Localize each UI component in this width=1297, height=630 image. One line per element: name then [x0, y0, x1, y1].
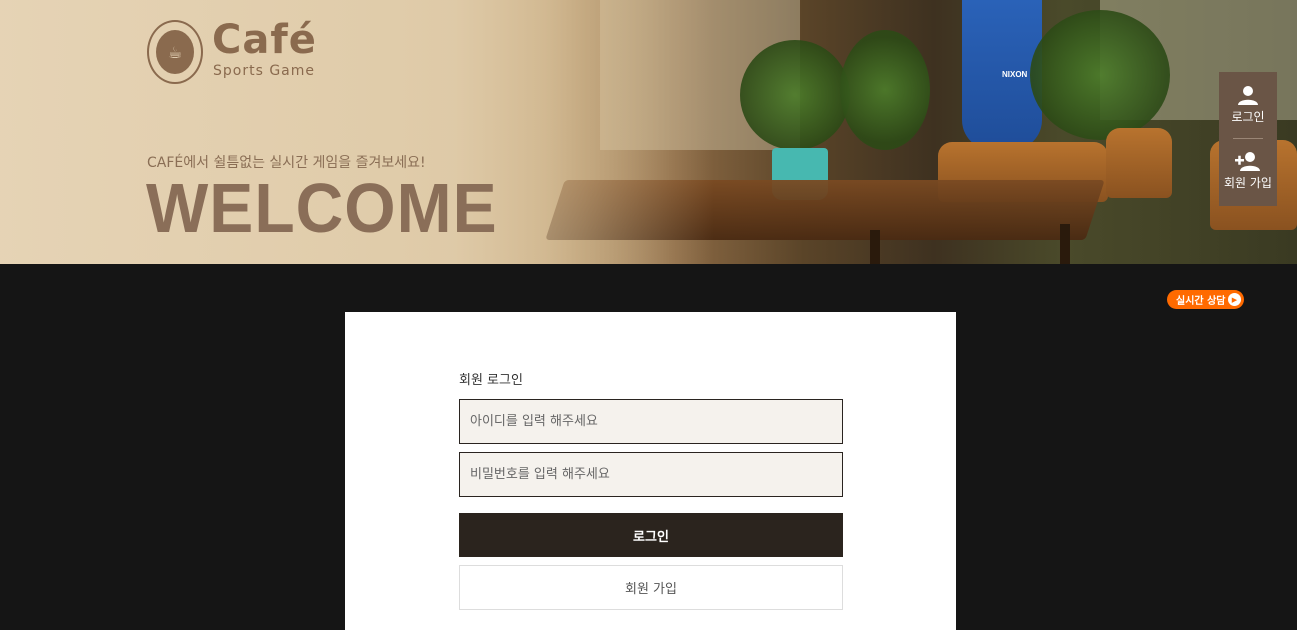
join-button[interactable]: 회원 가입 — [459, 565, 843, 610]
side-login-label: 로그인 — [1231, 110, 1265, 124]
brand-name: Café — [212, 17, 317, 63]
hero-banner: NIXON ☕ Café Sports Game CAFÉ에서 쉴틈없는 실시간… — [0, 0, 1297, 264]
login-form-title: 회원 로그인 — [459, 373, 523, 388]
side-join-label: 회원 가입 — [1224, 176, 1272, 190]
side-quick-menu: 로그인 회원 가입 — [1219, 72, 1277, 206]
side-login-button[interactable]: 로그인 — [1219, 84, 1277, 125]
password-input[interactable] — [459, 452, 843, 497]
user-icon — [1238, 86, 1258, 105]
brand-subtitle: Sports Game — [213, 63, 316, 79]
coffee-logo-icon: ☕ — [147, 20, 203, 84]
login-button[interactable]: 로그인 — [459, 513, 843, 557]
live-chat-button[interactable]: 실시간 상담 ▶ — [1167, 290, 1244, 309]
user-id-input[interactable] — [459, 399, 843, 444]
coffee-cup-icon: ☕ — [156, 30, 194, 74]
side-join-button[interactable]: 회원 가입 — [1219, 150, 1277, 191]
live-chat-label: 실시간 상담 — [1176, 296, 1226, 307]
login-card: 회원 로그인 로그인 회원 가입 — [345, 312, 956, 630]
play-arrow-icon: ▶ — [1228, 293, 1241, 306]
add-user-icon — [1235, 152, 1260, 171]
side-divider — [1233, 138, 1263, 139]
hero-headline: WELCOME — [146, 169, 498, 247]
